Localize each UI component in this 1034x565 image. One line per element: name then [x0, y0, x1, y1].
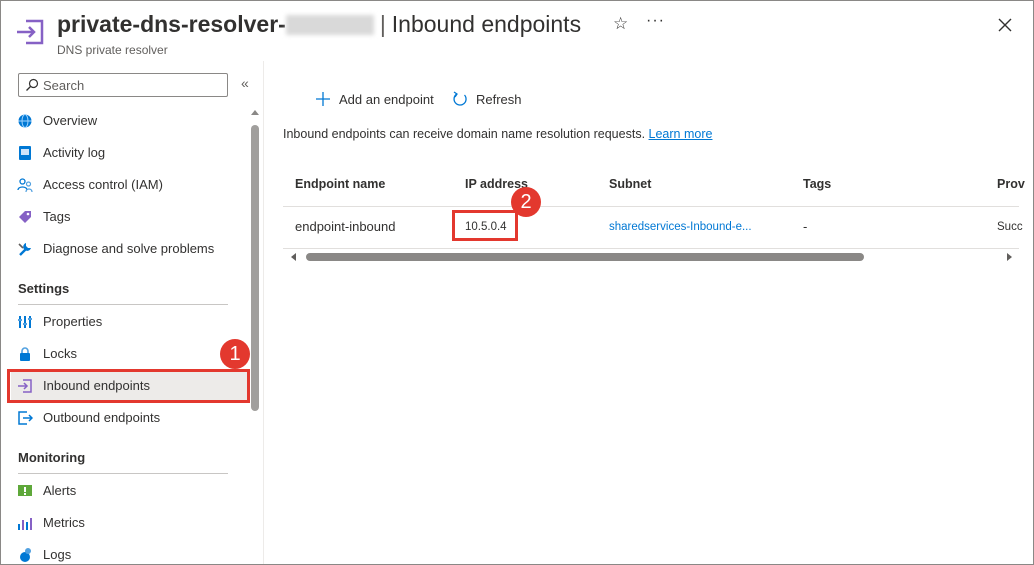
favorite-star-icon[interactable]: ☆ — [613, 14, 628, 34]
scroll-left-arrow-icon[interactable] — [291, 253, 296, 261]
row-divider — [283, 248, 1019, 249]
properties-icon — [18, 316, 32, 328]
column-header-subnet[interactable]: Subnet — [609, 177, 651, 191]
collapse-sidebar-icon[interactable]: « — [241, 75, 249, 91]
resource-name: private-dns-resolver- — [57, 11, 286, 37]
sidebar-item-label: Outbound endpoints — [43, 410, 161, 425]
lock-icon — [20, 347, 30, 361]
wrench-icon — [18, 243, 31, 256]
add-endpoint-button[interactable]: Add an endpoint — [315, 89, 445, 111]
pane-separator — [263, 61, 264, 564]
monitoring-section-header: Monitoring — [18, 450, 86, 465]
section-divider — [18, 473, 228, 474]
sidebar-item-activity-log[interactable]: Activity log — [11, 139, 247, 167]
metrics-icon — [18, 518, 32, 530]
search-input[interactable]: Search — [18, 73, 228, 97]
column-header-tags[interactable]: Tags — [803, 177, 831, 191]
sidebar-item-locks[interactable]: Locks — [11, 340, 247, 368]
cell-provisioning: Succ — [997, 221, 1023, 233]
scroll-up-arrow-icon[interactable] — [251, 110, 259, 115]
sidebar-item-label: Access control (IAM) — [43, 177, 163, 192]
column-header-endpoint-name[interactable]: Endpoint name — [295, 177, 385, 191]
logs-icon — [20, 548, 31, 562]
column-header-provisioning[interactable]: Prov — [997, 177, 1025, 191]
sidebar-item-label: Diagnose and solve problems — [43, 241, 215, 256]
sidebar-item-label: Locks — [43, 346, 77, 361]
tag-icon — [19, 211, 31, 223]
inbound-endpoint-icon — [17, 19, 44, 45]
resource-type-subtitle: DNS private resolver — [57, 43, 168, 57]
callout-badge-1: 1 — [220, 339, 250, 369]
sidebar-item-properties[interactable]: Properties — [11, 308, 247, 336]
callout-badge-2: 2 — [511, 187, 541, 217]
sidebar-item-overview[interactable]: Overview — [11, 107, 247, 135]
iam-people-icon — [17, 178, 33, 193]
refresh-label: Refresh — [476, 92, 522, 107]
refresh-button[interactable]: Refresh — [452, 89, 532, 111]
settings-section-header: Settings — [18, 281, 70, 296]
alert-icon — [18, 485, 32, 496]
search-placeholder: Search — [43, 78, 85, 93]
highlight-box-ip-address — [452, 210, 518, 241]
sidebar-scrollbar[interactable] — [251, 125, 259, 411]
sidebar-item-label: Overview — [43, 113, 98, 128]
sidebar-item-label: Logs — [43, 547, 72, 562]
add-endpoint-label: Add an endpoint — [339, 92, 434, 107]
page-name: Inbound endpoints — [391, 11, 582, 37]
blade-window: private-dns-resolver- | Inbound endpoints … — [0, 0, 1034, 565]
cell-endpoint-name: endpoint-inbound — [295, 219, 396, 234]
sidebar-item-outbound-endpoints[interactable]: Outbound endpoints — [11, 404, 247, 432]
overview-globe-icon — [18, 114, 32, 128]
section-divider — [18, 304, 228, 305]
activity-log-icon — [19, 146, 31, 160]
search-icon — [26, 78, 39, 91]
sidebar-item-diagnose[interactable]: Diagnose and solve problems — [11, 235, 247, 263]
cell-tags: - — [803, 219, 808, 234]
sidebar-item-label: Activity log — [43, 145, 106, 160]
sidebar-item-tags[interactable]: Tags — [11, 203, 247, 231]
sidebar-item-label: Properties — [43, 314, 103, 329]
plus-icon — [316, 92, 330, 106]
outbound-endpoint-icon — [18, 411, 33, 425]
more-options-icon[interactable]: ··· — [646, 12, 665, 30]
subnet-link[interactable]: sharedservices-Inbound-e... — [609, 221, 752, 233]
sidebar-item-metrics[interactable]: Metrics — [11, 509, 247, 537]
header-divider — [283, 206, 1019, 207]
sidebar-item-iam[interactable]: Access control (IAM) — [11, 171, 247, 199]
sidebar-item-label: Tags — [43, 209, 71, 224]
learn-more-link[interactable]: Learn more — [649, 127, 713, 141]
page-title: private-dns-resolver- | Inbound endpoints — [57, 11, 582, 37]
close-icon[interactable] — [995, 15, 1015, 35]
redacted-suffix — [285, 15, 374, 35]
sidebar-item-label: Metrics — [43, 515, 85, 530]
scroll-right-arrow-icon[interactable] — [1007, 253, 1012, 261]
sidebar-item-label: Alerts — [43, 483, 77, 498]
highlight-box-inbound-endpoints — [7, 369, 250, 403]
refresh-icon — [453, 91, 467, 106]
table-horizontal-scrollbar[interactable] — [306, 253, 864, 261]
sidebar-item-logs[interactable]: Logs — [11, 541, 247, 564]
sidebar-item-alerts[interactable]: Alerts — [11, 477, 247, 505]
info-text: Inbound endpoints can receive domain nam… — [283, 127, 713, 141]
